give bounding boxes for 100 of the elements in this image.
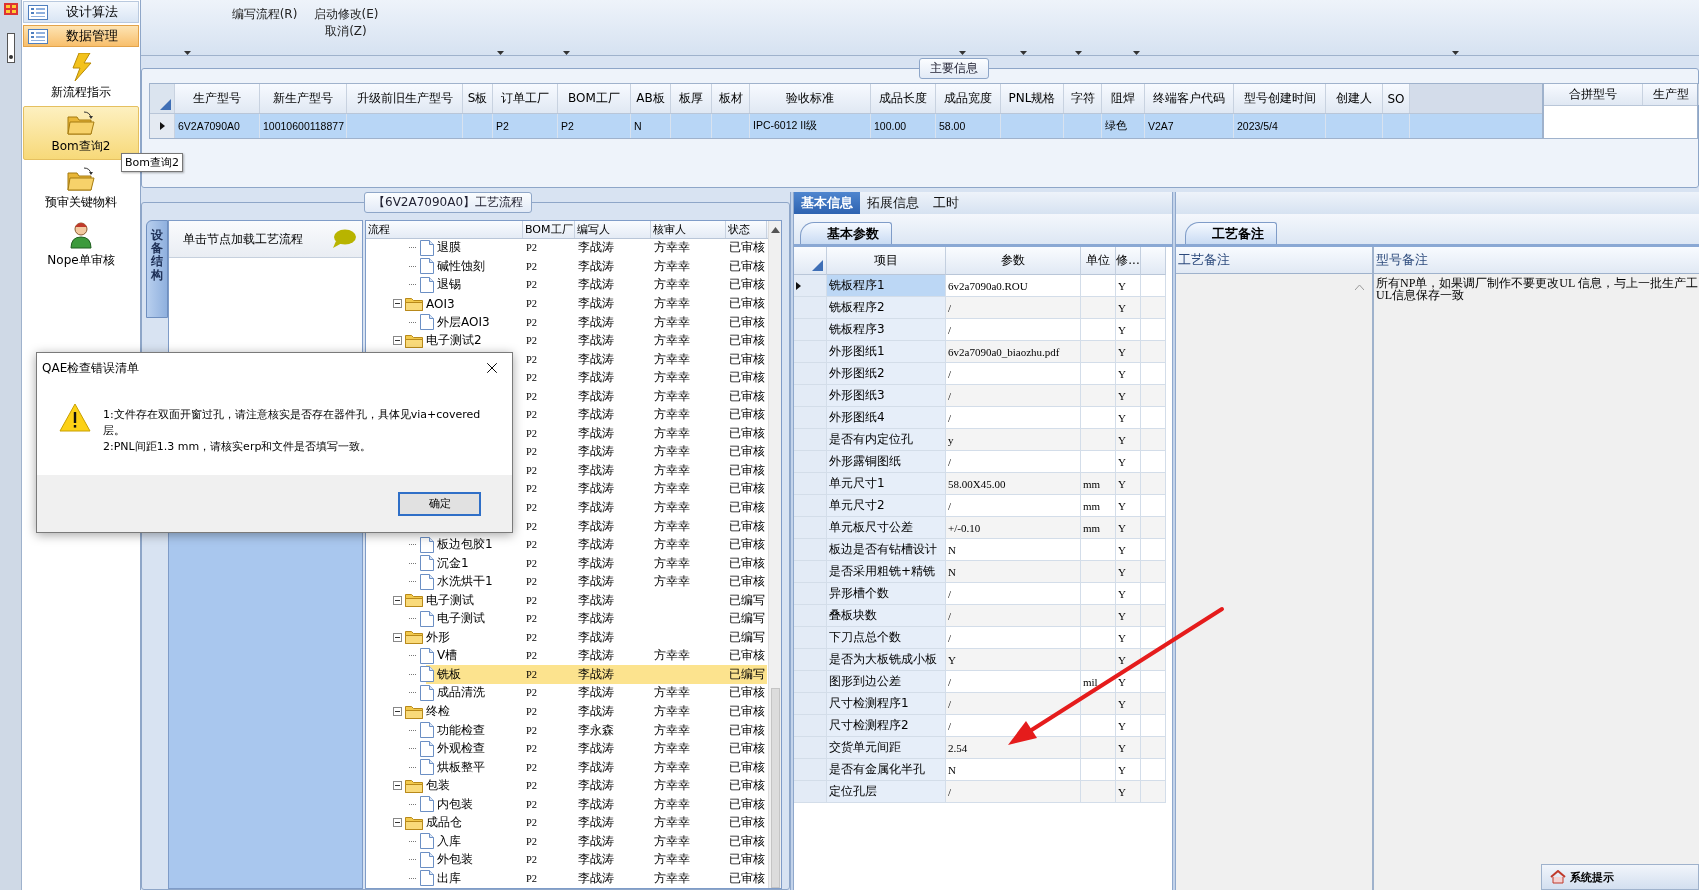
row-header[interactable]	[150, 114, 175, 138]
column-header[interactable]: 新生产型号	[260, 84, 347, 113]
column-header[interactable]: 生产型号	[175, 84, 260, 113]
nav-group-header[interactable]: 设计算法	[23, 1, 139, 23]
column-header[interactable]: 合拼型号	[1544, 84, 1643, 105]
table-row[interactable]: 6V2A7090A0 10010600118877 P2 P2 N IPC-6012 II级 100.00 58.00 绿色 V2A7 2023/5/4	[150, 114, 1542, 138]
tree-row[interactable]: 入库 P2 李战涛 方幸幸 已审核	[366, 832, 768, 851]
collapse-icon[interactable]	[393, 632, 402, 642]
tree-row[interactable]: 铣板 P2 李战涛 已编写	[366, 665, 768, 684]
tab[interactable]: 拓展信息	[860, 192, 926, 214]
node-label[interactable]: 终检	[426, 703, 450, 721]
scrollbar[interactable]	[768, 221, 781, 888]
column-header[interactable]: 工艺备注	[1176, 247, 1374, 274]
column-header[interactable]: 修...	[1116, 247, 1141, 275]
toolbar-button[interactable]: 启动修改(E) 取消(Z)	[313, 0, 379, 55]
node-label[interactable]: 功能检查	[437, 721, 485, 739]
node-label[interactable]: 成品仓	[426, 814, 462, 832]
node-label[interactable]: AOI3	[426, 296, 455, 311]
collapse-icon[interactable]	[393, 336, 402, 346]
column-header[interactable]: 成品宽度	[936, 84, 1001, 113]
system-prompt-window[interactable]: 系统提示	[1541, 864, 1699, 890]
column-header[interactable]: 验收标准	[750, 84, 871, 113]
toolbar-button[interactable]: 编写流程(R)	[231, 0, 298, 55]
node-label[interactable]: 电子测试2	[426, 332, 482, 350]
tree-row[interactable]: 电子测试2 P2 李战涛 方幸幸 已审核	[366, 331, 768, 350]
column-header[interactable]: BOM工厂	[523, 221, 575, 238]
tree-row[interactable]: 外形 P2 李战涛 已编写	[366, 628, 768, 647]
node-label[interactable]: 退膜	[437, 239, 461, 257]
column-header[interactable]: 单位	[1081, 247, 1116, 275]
tab[interactable]: 工时	[926, 192, 966, 214]
tree-row[interactable]: AOI3 P2 李战涛 方幸幸 已审核	[366, 294, 768, 313]
side-tab[interactable]: 设备结构	[146, 220, 168, 318]
tree-row[interactable]: 水洗烘干1 P2 李战涛 方幸幸 已审核	[366, 572, 768, 591]
column-header[interactable]: 编写人	[575, 221, 651, 238]
column-header[interactable]: 订单工厂	[493, 84, 558, 113]
node-label[interactable]: 碱性蚀刻	[437, 257, 485, 275]
node-label[interactable]: 铣板	[437, 665, 461, 683]
column-header[interactable]	[1141, 247, 1166, 275]
tree-row[interactable]: 终检 P2 李战涛 方幸幸 已审核	[366, 702, 768, 721]
tree-row[interactable]: 电子测试 P2 李战涛 已编写	[366, 591, 768, 610]
column-header[interactable]: AB板	[631, 84, 671, 113]
nav-item[interactable]: 预审关键物料	[44, 162, 118, 216]
node-label[interactable]: 外层AOI3	[437, 313, 490, 331]
ok-button[interactable]: 确定	[398, 491, 481, 516]
node-label[interactable]: 退锡	[437, 276, 461, 294]
node-label[interactable]: 入库	[437, 832, 461, 850]
node-label[interactable]: V槽	[437, 647, 458, 665]
nav-item[interactable]: 新流程指示	[50, 50, 112, 104]
tree-row[interactable]: 成品仓 P2 李战涛 方幸幸 已审核	[366, 813, 768, 833]
node-label[interactable]: 电子测试	[426, 591, 474, 609]
node-label[interactable]: 水洗烘干1	[437, 573, 493, 591]
collapse-icon[interactable]	[393, 781, 402, 791]
node-label[interactable]: 出库	[437, 869, 461, 887]
column-header[interactable]: 创建人	[1326, 84, 1383, 113]
collapse-icon[interactable]	[393, 595, 402, 605]
tree-row[interactable]: 碱性蚀刻 P2 李战涛 方幸幸 已审核	[366, 257, 768, 276]
column-header[interactable]: PNL规格	[1001, 84, 1064, 113]
tree-row[interactable]: 沉金1 P2 李战涛 方幸幸 已审核	[366, 553, 768, 573]
tree-row[interactable]: 退锡 P2 李战涛 方幸幸 已审核	[366, 275, 768, 295]
tree-row[interactable]: 板边包胶1 P2 李战涛 方幸幸 已审核	[366, 535, 768, 554]
column-header[interactable]: 流程	[366, 221, 523, 238]
column-header[interactable]: BOM工厂	[558, 84, 631, 113]
column-header[interactable]: 型号创建时间	[1234, 84, 1326, 113]
column-header[interactable]: 核审人	[651, 221, 726, 238]
node-label[interactable]: 电子测试	[437, 610, 485, 628]
tree-row[interactable]: 外层AOI3 P2 李战涛 方幸幸 已审核	[366, 312, 768, 332]
column-header[interactable]: 字符	[1064, 84, 1102, 113]
column-header[interactable]: 项目	[827, 247, 946, 275]
collapse-icon[interactable]	[393, 818, 402, 828]
node-label[interactable]: 外包装	[437, 851, 473, 869]
column-header[interactable]: 参数	[946, 247, 1081, 275]
corner-cell[interactable]	[794, 247, 827, 275]
node-label[interactable]: 烘板整平	[437, 758, 485, 776]
collapse-icon[interactable]	[393, 299, 402, 308]
tree-row[interactable]: 成品清洗 P2 李战涛 方幸幸 已审核	[366, 683, 768, 703]
column-header[interactable]: 成品长度	[871, 84, 936, 113]
node-label[interactable]: 包装	[426, 777, 450, 795]
collapse-icon[interactable]	[393, 707, 402, 717]
column-header[interactable]: 板材	[712, 84, 750, 113]
corner-cell[interactable]	[150, 84, 175, 113]
tree-row[interactable]: 内包装 P2 李战涛 方幸幸 已审核	[366, 795, 768, 814]
nav-item[interactable]: Nope单审核	[46, 218, 116, 272]
node-label[interactable]: 沉金1	[437, 554, 469, 572]
scroll-icon[interactable]	[6, 33, 15, 63]
tree-row[interactable]: 功能检查 P2 李永森 方幸幸 已审核	[366, 720, 768, 740]
nav-group-header[interactable]: 数据管理	[23, 25, 139, 47]
node-label[interactable]: 外观检查	[437, 740, 485, 758]
tree-row[interactable]: 包装 P2 李战涛 方幸幸 已审核	[366, 776, 768, 795]
tree-row[interactable]: 出库 P2 李战涛 方幸幸 已审核	[366, 869, 768, 888]
column-header[interactable]: 生产型	[1643, 84, 1699, 105]
column-header[interactable]: 终端客户代码	[1145, 84, 1234, 113]
column-header[interactable]: S板	[463, 84, 493, 113]
column-header[interactable]: 状态	[726, 221, 767, 238]
node-label[interactable]: 内包装	[437, 795, 473, 813]
subtab[interactable]: 基本参数	[800, 222, 892, 244]
tree-row[interactable]: 外观检查 P2 李战涛 方幸幸 已审核	[366, 739, 768, 758]
grid-icon[interactable]	[3, 3, 18, 15]
column-header[interactable]: 型号备注	[1374, 247, 1699, 274]
node-label[interactable]: 成品清洗	[437, 684, 485, 702]
column-header[interactable]: 阻焊	[1102, 84, 1145, 113]
